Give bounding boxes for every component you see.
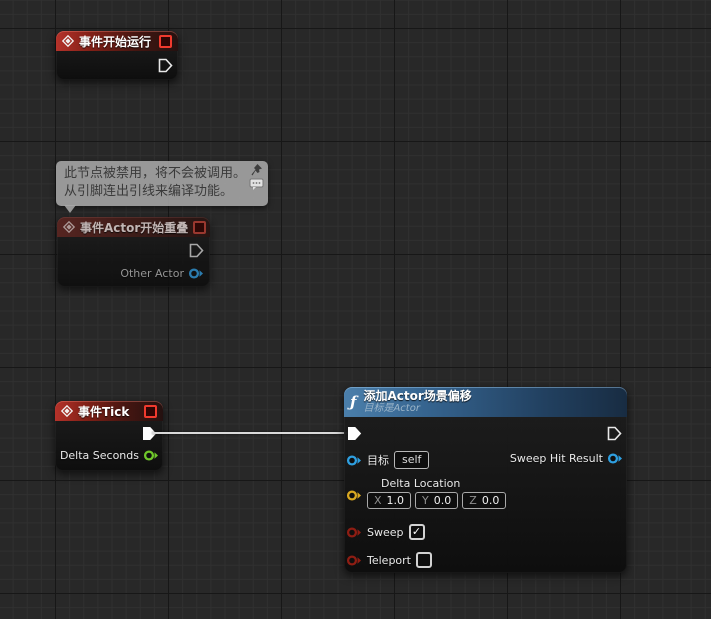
z-axis-label: Z <box>469 494 477 507</box>
target-pin-label: 目标 <box>367 452 389 468</box>
exec-wire[interactable] <box>152 432 348 434</box>
node-event-beginplay-header[interactable]: 事件开始运行 <box>56 31 178 51</box>
sweep-hit-result-pin-label: Sweep Hit Result <box>510 452 603 465</box>
event-marker-icon <box>193 221 206 234</box>
node-event-actorbeginoverlap[interactable]: 事件Actor开始重叠 Other Actor <box>57 217 210 287</box>
x-axis-label: X <box>374 494 382 507</box>
event-diamond-icon <box>61 405 73 417</box>
z-value: 0.0 <box>482 494 500 507</box>
node-add-actor-world-offset-header[interactable]: ƒ 添加Actor场景偏移 目标是Actor <box>344 387 627 417</box>
node-title: 事件开始运行 <box>79 33 151 50</box>
node-add-actor-world-offset[interactable]: ƒ 添加Actor场景偏移 目标是Actor 目标 self Sweep Hit… <box>344 387 627 573</box>
event-marker-icon <box>159 35 172 48</box>
node-event-tick[interactable]: 事件Tick Delta Seconds <box>55 401 163 471</box>
sweep-checkbox-checked[interactable]: ✓ <box>409 524 425 540</box>
node-title: 事件Tick <box>78 403 129 420</box>
node-event-beginplay[interactable]: 事件开始运行 <box>56 31 178 80</box>
exec-output-pin[interactable] <box>158 58 173 73</box>
y-axis-label: Y <box>422 494 429 507</box>
target-self-value[interactable]: self <box>394 451 429 469</box>
delta-location-y-input[interactable]: Y 0.0 <box>415 492 458 509</box>
delta-location-pin-label: Delta Location <box>381 477 460 490</box>
exec-output-pin[interactable] <box>607 426 622 441</box>
node-title: 添加Actor场景偏移 <box>363 390 471 403</box>
sweep-bool-pin[interactable] <box>346 526 362 539</box>
other-actor-object-pin[interactable] <box>188 267 204 280</box>
node-event-actorbeginoverlap-header[interactable]: 事件Actor开始重叠 <box>57 217 210 237</box>
delta-location-x-input[interactable]: X 1.0 <box>367 492 411 509</box>
teleport-bool-pin[interactable] <box>346 554 362 567</box>
teleport-checkbox-unchecked[interactable] <box>416 552 432 568</box>
event-diamond-icon <box>63 221 75 233</box>
blueprint-graph-canvas[interactable]: 事件开始运行 此节点被禁用，将不会被调用。 从引脚连出引线来编译功能。 事件Ac… <box>0 0 711 619</box>
sweep-hit-result-object-pin[interactable] <box>607 452 623 465</box>
node-event-tick-header[interactable]: 事件Tick <box>55 401 163 421</box>
x-value: 1.0 <box>387 494 405 507</box>
pushpin-icon[interactable] <box>250 163 263 177</box>
tooltip-tail <box>64 205 76 213</box>
comment-bubble-icon[interactable] <box>249 178 264 191</box>
target-object-pin[interactable] <box>346 454 362 467</box>
y-value: 0.0 <box>434 494 452 507</box>
delta-seconds-pin-label: Delta Seconds <box>60 449 139 462</box>
teleport-pin-label: Teleport <box>367 554 411 567</box>
delta-location-z-input[interactable]: Z 0.0 <box>462 492 506 509</box>
event-marker-icon <box>144 405 157 418</box>
event-diamond-icon <box>62 35 74 47</box>
exec-input-pin-connected[interactable] <box>347 426 362 441</box>
disabled-node-tooltip: 此节点被禁用，将不会被调用。 从引脚连出引线来编译功能。 <box>56 161 268 206</box>
sweep-pin-label: Sweep <box>367 526 404 539</box>
exec-output-pin[interactable] <box>189 243 204 258</box>
delta-location-vector-pin[interactable] <box>346 489 362 502</box>
delta-seconds-float-pin[interactable] <box>143 449 159 462</box>
other-actor-pin-label: Other Actor <box>120 267 184 280</box>
tooltip-line-2: 从引脚连出引线来编译功能。 <box>64 183 260 201</box>
tooltip-line-1: 此节点被禁用，将不会被调用。 <box>64 165 260 183</box>
function-icon: ƒ <box>350 395 356 410</box>
node-title: 事件Actor开始重叠 <box>80 219 188 236</box>
node-subtitle: 目标是Actor <box>363 403 471 414</box>
